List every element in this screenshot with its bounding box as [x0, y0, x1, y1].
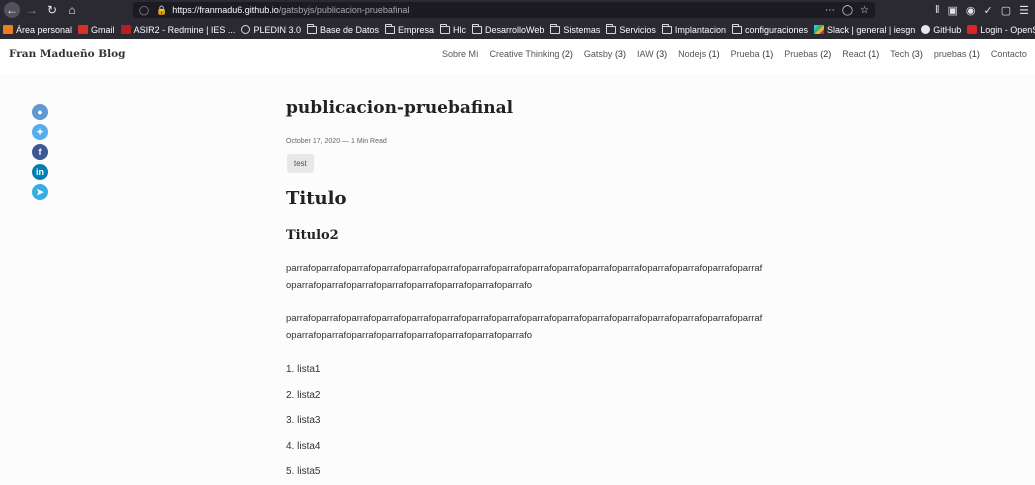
folder-icon [440, 23, 451, 34]
linkedin-icon[interactable]: in [32, 164, 48, 180]
bookmark-star-icon[interactable]: ☆ [860, 5, 869, 16]
gmail-icon [78, 25, 89, 34]
slack-icon [814, 25, 824, 34]
folder-icon [661, 23, 672, 34]
site-nav: Sobre Mí Creative Thinking (2) Gatsby (3… [442, 49, 1035, 59]
paragraph-2: parrafoparrafoparrafoparrafoparrafoparra… [286, 313, 763, 341]
post-meta: October 17, 2020 — 1 Min Read [286, 138, 387, 145]
bookmark-area-personal[interactable]: Área personal [3, 25, 72, 35]
home-icon[interactable]: ⌂ [64, 2, 80, 18]
nav-nodejs[interactable]: Nodejs (1) [678, 49, 720, 59]
folder-icon [385, 23, 396, 34]
folder-icon [731, 23, 742, 34]
lock-icon[interactable]: 🔒 [156, 5, 167, 16]
screenshot-icon[interactable]: ▢ [1001, 4, 1011, 17]
share-buttons: ● ✦ f in ➤ [32, 104, 48, 200]
facebook-icon[interactable]: f [32, 144, 48, 160]
nav-react[interactable]: React (1) [842, 49, 879, 59]
bookmark-folder-base-datos[interactable]: Base de Datos [306, 23, 379, 35]
folder-icon [472, 23, 483, 34]
reddit-icon[interactable]: ● [32, 104, 48, 120]
bookmark-openstack[interactable]: Login - OpenStack Das... [967, 25, 1035, 35]
forward-arrow-icon[interactable]: → [24, 2, 40, 18]
heading-titulo: Titulo [286, 188, 347, 209]
bookmark-folder-servicios[interactable]: Servicios [606, 23, 656, 35]
reload-icon[interactable]: ↻ [44, 2, 60, 18]
folder-icon [550, 23, 561, 34]
redmine-icon [120, 25, 131, 34]
nav-pruebas[interactable]: Pruebas (2) [784, 49, 831, 59]
shield-icon[interactable]: ◯ [139, 5, 149, 15]
menu-icon[interactable]: ☰ [1019, 4, 1029, 17]
sidebar-icon[interactable]: ▣ [947, 4, 957, 17]
bookmark-folder-implantacion[interactable]: Implantacion [661, 23, 726, 35]
bookmark-folder-hlc[interactable]: Hlc [440, 23, 466, 35]
bookmark-folder-configuraciones[interactable]: configuraciones [731, 23, 808, 35]
folder-icon [606, 23, 617, 34]
site-brand[interactable]: Fran Madueño Blog [9, 48, 125, 60]
telegram-icon[interactable]: ➤ [32, 184, 48, 200]
extension-icon[interactable]: ✓ [984, 4, 993, 17]
twitter-icon[interactable]: ✦ [32, 124, 48, 140]
bookmark-folder-desarrolloweb[interactable]: DesarrolloWeb [472, 23, 544, 35]
openstack-icon [967, 25, 978, 34]
library-icon[interactable]: ‖ [935, 4, 940, 16]
tag-badge[interactable]: test [287, 154, 314, 173]
list-item: 5. lista5 [286, 466, 321, 477]
pocket-icon[interactable]: ◯ [842, 5, 853, 16]
bookmark-folder-empresa[interactable]: Empresa [385, 23, 434, 35]
nav-contacto[interactable]: Contacto [991, 49, 1027, 59]
nav-pruebas-lower[interactable]: pruebas (1) [934, 49, 980, 59]
nav-gatsby[interactable]: Gatsby (3) [584, 49, 626, 59]
bookmark-gmail[interactable]: Gmail [78, 25, 115, 35]
url-text[interactable]: https://franmadu6.github.io/gatsbyjs/pub… [172, 5, 409, 15]
nav-iaw[interactable]: IAW (3) [637, 49, 667, 59]
ordered-list: 1. lista1 2. lista2 3. lista3 4. lista4 … [286, 362, 320, 485]
list-item: 2. lista2 [286, 389, 321, 401]
nav-creative-thinking[interactable]: Creative Thinking (2) [490, 49, 573, 59]
github-icon [921, 25, 931, 34]
folder-icon [306, 23, 317, 34]
globe-icon [241, 25, 251, 34]
bookmark-redmine[interactable]: ASIR2 - Redmine | IES ... [120, 25, 235, 35]
list-item: 4. lista4 [286, 440, 321, 452]
bookmark-folder-sistemas[interactable]: Sistemas [550, 23, 600, 35]
bookmark-pledin[interactable]: PLEDIN 3.0 [241, 25, 301, 35]
page-actions-icon[interactable]: ⋯ [825, 5, 835, 16]
bookmark-github[interactable]: GitHub [921, 25, 961, 35]
nav-tech[interactable]: Tech (3) [890, 49, 923, 59]
site-header: Fran Madueño Blog Sobre Mí Creative Thin… [0, 39, 1035, 74]
moodle-icon [3, 25, 13, 34]
article: publicacion-pruebafinal October 17, 2020… [286, 98, 766, 477]
nav-prueba[interactable]: Prueba (1) [731, 49, 774, 59]
nav-sobre-mi[interactable]: Sobre Mí [442, 49, 479, 59]
heading-titulo2: Titulo2 [286, 228, 339, 243]
post-title: publicacion-pruebafinal [286, 98, 514, 118]
bookmark-slack[interactable]: Slack | general | iesgn [814, 25, 915, 35]
url-path: /gatsbyjs/publicacion-pruebafinal [278, 5, 410, 15]
list-item: 3. lista3 [286, 415, 321, 426]
bookmarks-bar: Área personal Gmail ASIR2 - Redmine | IE… [0, 20, 1035, 39]
account-icon[interactable]: ◉ [966, 4, 976, 17]
address-bar[interactable]: ◯ 🔒 https://franmadu6.github.io/gatsbyjs… [133, 2, 875, 18]
list-item: 1. lista1 [286, 364, 321, 375]
browser-toolbar: ← → ↻ ⌂ ◯ 🔒 https://franmadu6.github.io/… [0, 0, 1035, 20]
url-host: https://franmadu6.github.io [172, 5, 279, 15]
back-arrow-icon[interactable]: ← [4, 2, 20, 18]
paragraph-1: parrafoparrafoparrafoparrafoparrafoparra… [286, 263, 763, 291]
